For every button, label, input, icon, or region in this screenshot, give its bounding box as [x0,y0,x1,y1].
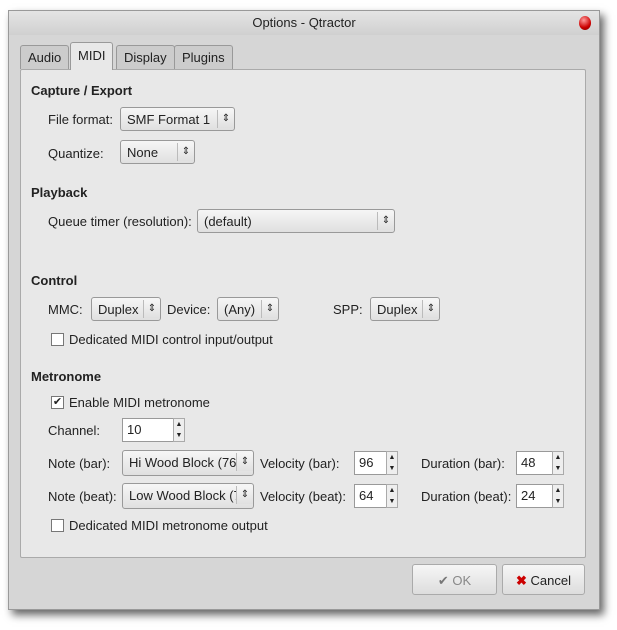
enable-metronome-label: Enable MIDI metronome [69,395,210,410]
quantize-label: Quantize: [48,146,104,161]
quantize-value: None [127,145,159,160]
mmc-label: MMC: [48,302,83,317]
tab-audio[interactable]: Audio [20,45,70,69]
spin-arrows[interactable]: ▲ ▼ [552,451,564,475]
tab-plugins[interactable]: Plugins [174,45,233,69]
channel-spinbox[interactable]: 10 ▲ ▼ [122,418,185,442]
title-bar: Options - Qtractor [9,11,599,35]
spin-arrows[interactable]: ▲ ▼ [173,418,185,442]
spp-value: Duplex [377,302,418,317]
note-bar-value: Hi Wood Block (76) [129,455,241,470]
check-icon: ✔ [52,396,63,408]
velocity-bar-spinbox[interactable]: 96 ▲ ▼ [354,451,398,475]
duration-bar-spinbox[interactable]: 48 ▲ ▼ [516,451,564,475]
mmc-select[interactable]: Duplex ⇕ [91,297,161,321]
channel-value: 10 [127,422,142,437]
device-label: Device: [167,302,211,317]
updown-icon: ⇕ [143,300,160,318]
midi-panel: Capture / Export File format: SMF Format… [20,69,586,558]
spp-select[interactable]: Duplex ⇕ [370,297,440,321]
updown-icon: ⇕ [236,486,253,504]
spin-arrows[interactable]: ▲ ▼ [386,451,398,475]
tab-midi[interactable]: MIDI [70,42,114,70]
device-value: (Any) [224,302,256,317]
queue-timer-label: Queue timer (resolution): [48,214,192,229]
note-bar-label: Note (bar): [48,456,111,471]
queue-timer-select[interactable]: (default) ⇕ [197,209,395,233]
check-icon: ✔ [437,573,449,588]
control-heading: Control [31,273,78,288]
updown-icon: ⇕ [377,212,394,230]
dedicated-control-label: Dedicated MIDI control input/output [69,332,273,347]
note-beat-select[interactable]: Low Wood Block (77) ⇕ [122,483,254,509]
mmc-value: Duplex [98,302,139,317]
enable-metronome-checkbox[interactable]: ✔ [51,396,64,409]
file-format-label: File format: [48,112,114,127]
duration-beat-label: Duration (beat): [421,489,512,504]
tab-display[interactable]: Display [116,45,175,69]
file-format-select[interactable]: SMF Format 1 ⇕ [120,107,235,131]
cancel-button[interactable]: ✖ Cancel [502,564,585,595]
duration-beat-spinbox[interactable]: 24 ▲ ▼ [516,484,564,508]
metronome-heading: Metronome [31,369,102,384]
velocity-bar-value: 96 [359,455,374,470]
dedicated-control-checkbox[interactable] [51,333,64,346]
ok-button[interactable]: ✔ OK [412,564,497,595]
close-icon[interactable] [579,16,591,30]
velocity-beat-spinbox[interactable]: 64 ▲ ▼ [354,484,398,508]
file-format-value: SMF Format 1 [127,112,211,127]
duration-bar-value: 48 [521,455,536,470]
duration-beat-value: 24 [521,488,536,503]
note-beat-label: Note (beat): [48,489,117,504]
dedicated-metronome-checkbox[interactable] [51,519,64,532]
velocity-beat-value: 64 [359,488,374,503]
velocity-bar-label: Velocity (bar): [260,456,340,471]
spin-arrows[interactable]: ▲ ▼ [552,484,564,508]
updown-icon: ⇕ [177,143,194,161]
duration-bar-label: Duration (bar): [421,456,505,471]
dedicated-metronome-label: Dedicated MIDI metronome output [69,518,268,533]
note-bar-select[interactable]: Hi Wood Block (76) ⇕ [122,450,254,476]
capture-heading: Capture / Export [31,83,133,98]
playback-heading: Playback [31,185,88,200]
x-icon: ✖ [516,573,527,588]
updown-icon: ⇕ [261,300,278,318]
velocity-beat-label: Velocity (beat): [260,489,346,504]
spin-arrows[interactable]: ▲ ▼ [386,484,398,508]
updown-icon: ⇕ [217,110,234,128]
quantize-select[interactable]: None ⇕ [120,140,195,164]
options-dialog: Options - Qtractor Audio MIDI Display Pl… [8,10,600,610]
ok-label: OK [452,573,472,588]
queue-timer-value: (default) [204,214,252,229]
spp-label: SPP: [333,302,363,317]
channel-label: Channel: [48,423,101,438]
updown-icon: ⇕ [236,453,253,471]
window-title: Options - Qtractor [252,15,356,30]
note-beat-value: Low Wood Block (77) [129,488,253,503]
device-select[interactable]: (Any) ⇕ [217,297,279,321]
cancel-label: Cancel [530,573,571,588]
updown-icon: ⇕ [422,300,439,318]
